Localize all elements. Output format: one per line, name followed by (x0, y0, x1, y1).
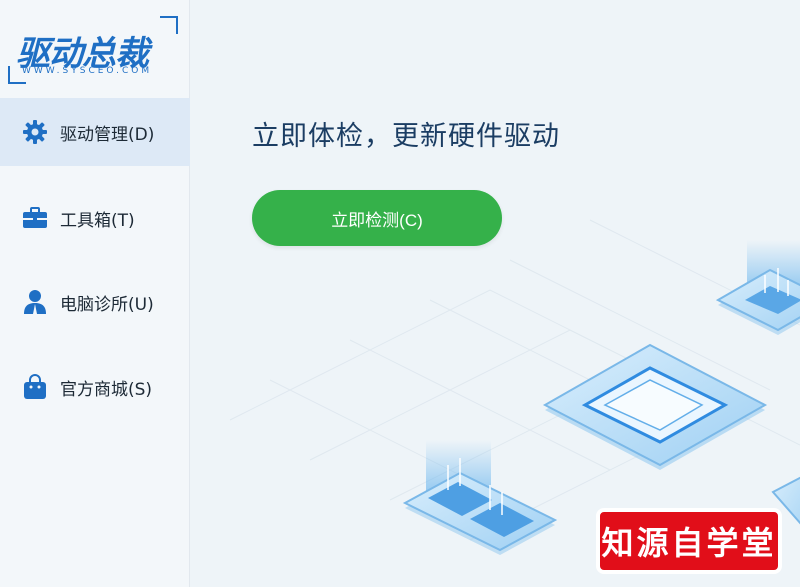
user-icon (20, 287, 50, 317)
chip-illustration (229, 219, 800, 555)
sidebar-item-label: 官方商城(S) (60, 379, 153, 400)
toolbox-icon (20, 203, 50, 233)
sidebar-item-label: 电脑诊所(U) (60, 294, 154, 315)
scan-now-button[interactable]: 立即检测(C) (252, 190, 502, 246)
page-title: 立即体检，更新硬件驱动 (252, 121, 560, 152)
sidebar-item-toolbox[interactable]: 工具箱(T) (0, 184, 190, 252)
chip-top-right (715, 240, 800, 335)
sidebar: 驱动总裁 WWW.SYSCEO.COM 驱动管理(D) 工具箱(T) 电脑诊所(… (0, 0, 190, 587)
logo-corner-decoration (160, 16, 178, 34)
chip-bottom-left (402, 440, 558, 555)
shopping-bag-icon (20, 372, 50, 402)
sidebar-item-label: 工具箱(T) (60, 210, 135, 231)
sidebar-item-pc-clinic[interactable]: 电脑诊所(U) (0, 268, 190, 336)
sidebar-item-driver-management[interactable]: 驱动管理(D) (0, 98, 190, 166)
sidebar-item-official-store[interactable]: 官方商城(S) (0, 353, 190, 421)
logo-website: WWW.SYSCEO.COM (22, 66, 153, 76)
watermark-stamp: 知源自学堂 (596, 508, 782, 574)
gear-icon (20, 117, 50, 147)
chip-large (542, 343, 768, 470)
sidebar-item-label: 驱动管理(D) (60, 124, 155, 145)
app-logo: 驱动总裁 WWW.SYSCEO.COM (8, 14, 180, 84)
